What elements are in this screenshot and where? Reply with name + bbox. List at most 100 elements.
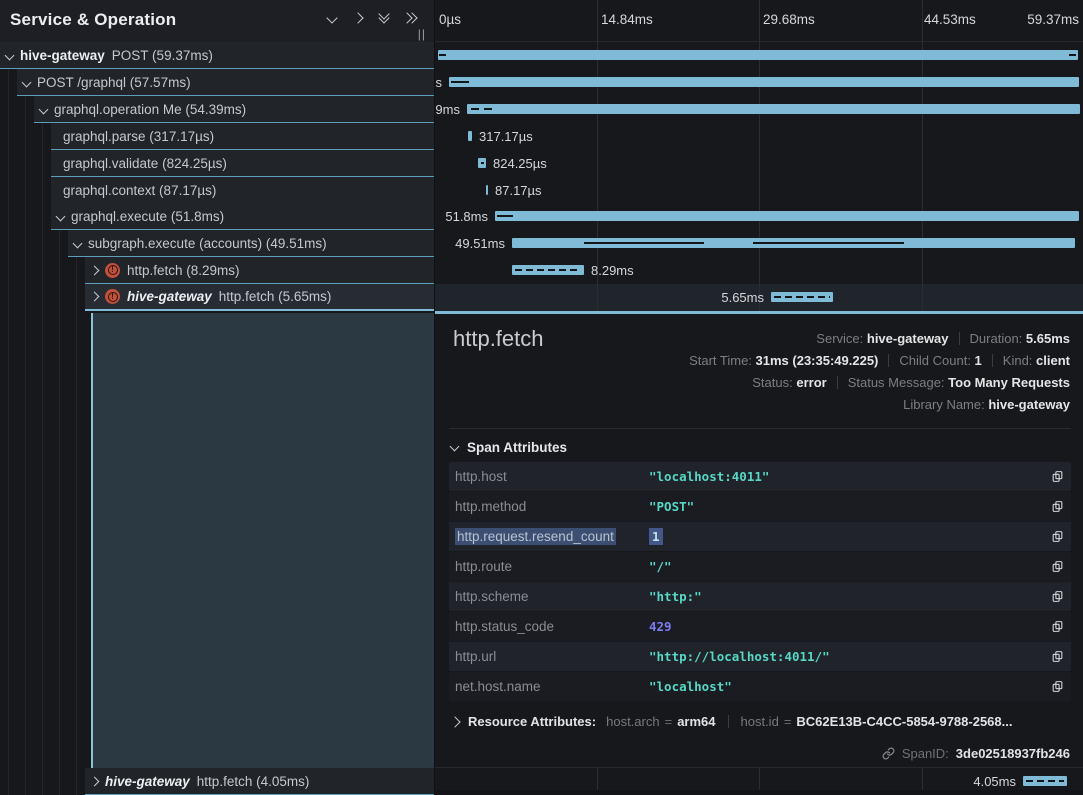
chevron-down-icon[interactable] (22, 77, 32, 87)
bottom-strip (435, 790, 1083, 795)
divider (837, 376, 838, 389)
attribute-row[interactable]: http.request.resend_count1 (449, 522, 1071, 551)
tree-row[interactable]: graphql.parse (317.17µs) (51, 123, 434, 150)
span-duration-bar[interactable] (512, 265, 584, 275)
span-duration-bar[interactable] (771, 292, 833, 302)
child-span-dashes (515, 269, 581, 271)
span-title: http.fetch (453, 326, 544, 352)
tree-row[interactable]: hive-gatewayhttp.fetch (4.05ms) (85, 768, 434, 795)
timeline-row: 8.29ms (435, 257, 1083, 284)
meta-label: Duration: (970, 331, 1026, 346)
link-icon[interactable] (882, 747, 895, 760)
tree-row[interactable]: hive-gatewayPOST (59.37ms) (0, 42, 434, 69)
attribute-row[interactable]: http.scheme"http:" (449, 582, 1071, 611)
span-label: graphql.context (87.17µs) (63, 183, 216, 198)
attribute-row[interactable]: http.status_code429 (449, 612, 1071, 641)
attribute-row[interactable]: net.host.name"localhost" (449, 672, 1071, 701)
tree-row[interactable]: graphql.context (87.17µs) (51, 177, 434, 204)
span-duration-bar[interactable] (468, 131, 472, 141)
meta-label: Child Count: (899, 353, 974, 368)
attribute-value: "http:" (649, 589, 1049, 604)
collapse-one-icon[interactable] (326, 12, 337, 23)
span-duration-bar[interactable] (478, 158, 486, 168)
divider (449, 428, 1071, 429)
meta-value: hive-gateway (867, 331, 949, 346)
duration-label: 317.17µs (479, 129, 533, 144)
resource-attributes-row[interactable]: Resource Attributes: host.arch=arm64host… (451, 714, 1071, 729)
tree-row[interactable]: graphql.operation Me (54.39ms) (34, 96, 434, 123)
timeline-row: 49.51ms (435, 230, 1083, 257)
divider (992, 354, 993, 367)
copy-icon[interactable] (1049, 589, 1065, 605)
span-duration-bar[interactable] (512, 238, 1075, 248)
meta-line: Start Time: 31ms (23:35:49.225)Child Cou… (689, 350, 1070, 372)
chevron-right-icon[interactable] (90, 292, 100, 302)
copy-icon[interactable] (1049, 469, 1065, 485)
span-label: graphql.execute (51.8ms) (71, 209, 224, 224)
copy-icon[interactable] (1049, 679, 1065, 695)
tree-header: Service & Operation || (0, 0, 434, 43)
service-name: hive-gateway (127, 289, 212, 304)
meta-line: Status: errorStatus Message: Too Many Re… (689, 372, 1070, 394)
span-detail-panel: http.fetch Service: hive-gateway Duration… (435, 314, 1083, 768)
attribute-key: http.request.resend_count (455, 529, 649, 544)
attribute-row[interactable]: http.url"http://localhost:4011/" (449, 642, 1071, 671)
tree-row[interactable]: graphql.validate (824.25µs) (51, 150, 434, 177)
attribute-row[interactable]: http.method"POST" (449, 492, 1071, 521)
span-duration-bar[interactable] (467, 104, 1080, 114)
meta-value: 31ms (23:35:49.225) (756, 353, 879, 368)
tree-row[interactable]: !http.fetch (8.29ms) (85, 257, 434, 284)
divider (888, 354, 889, 367)
span-duration-bar[interactable] (1023, 776, 1067, 786)
meta-line: Library Name: hive-gateway (689, 394, 1070, 416)
attribute-value: 429 (649, 619, 1049, 634)
equals-sign: = (665, 714, 673, 729)
expand-one-icon[interactable] (352, 12, 363, 23)
span-duration-bar[interactable] (438, 50, 1078, 60)
copy-icon[interactable] (1049, 499, 1065, 515)
copy-icon[interactable] (1049, 619, 1065, 635)
service-name: hive-gateway (105, 774, 190, 789)
chevron-down-icon[interactable] (39, 104, 49, 114)
timeline-row: 5.65ms (435, 284, 1083, 311)
chevron-right-icon[interactable] (90, 776, 100, 786)
pane-resize-handle[interactable]: || (418, 27, 426, 41)
span-duration-bar[interactable] (495, 211, 1079, 221)
timeline-row: 51.8ms (435, 203, 1083, 230)
attribute-key: http.scheme (455, 589, 649, 604)
collapse-all-icon[interactable] (380, 14, 388, 22)
chevron-down-icon[interactable] (73, 238, 83, 248)
equals-sign: = (784, 714, 792, 729)
span-duration-bar[interactable] (449, 77, 1079, 87)
span-label: http.fetch (8.29ms) (127, 263, 240, 278)
chevron-down-icon[interactable] (56, 211, 66, 221)
tree-row[interactable]: POST /graphql (57.57ms) (17, 69, 434, 96)
span-attributes-header[interactable]: Span Attributes (451, 440, 567, 455)
attribute-row[interactable]: http.host"localhost:4011" (449, 462, 1071, 491)
child-span-line (584, 242, 704, 244)
expand-all-icon[interactable] (406, 14, 416, 22)
attribute-key: http.host (455, 469, 649, 484)
copy-icon[interactable] (1049, 559, 1065, 575)
meta-value: client (1036, 353, 1070, 368)
attribute-value: 1 (649, 529, 1049, 544)
chevron-down-icon[interactable] (5, 50, 15, 60)
attribute-value: "localhost" (649, 679, 1049, 694)
tree-row[interactable]: graphql.execute (51.8ms) (51, 203, 434, 230)
span-duration-bar[interactable] (486, 185, 488, 195)
copy-icon[interactable] (1049, 529, 1065, 545)
copy-icon[interactable] (1049, 649, 1065, 665)
meta-label: Service: (816, 331, 867, 346)
tree-row[interactable]: !hive-gatewayhttp.fetch (5.65ms) (85, 284, 434, 311)
span-label: http.fetch (5.65ms) (219, 289, 332, 304)
tree-row[interactable]: subgraph.execute (accounts) (49.51ms) (68, 230, 434, 257)
chevron-right-icon[interactable] (90, 265, 100, 275)
meta-label: Status Message: (848, 375, 948, 390)
attribute-row[interactable]: http.route"/" (449, 552, 1071, 581)
duration-label: 824.25µs (493, 156, 547, 171)
span-id-value: 3de02518937fb246 (956, 746, 1070, 761)
resource-key: host.id (741, 714, 779, 729)
selected-span-highlight (91, 313, 434, 768)
attribute-key: http.status_code (455, 619, 649, 634)
duration-label: 8.29ms (591, 263, 634, 278)
